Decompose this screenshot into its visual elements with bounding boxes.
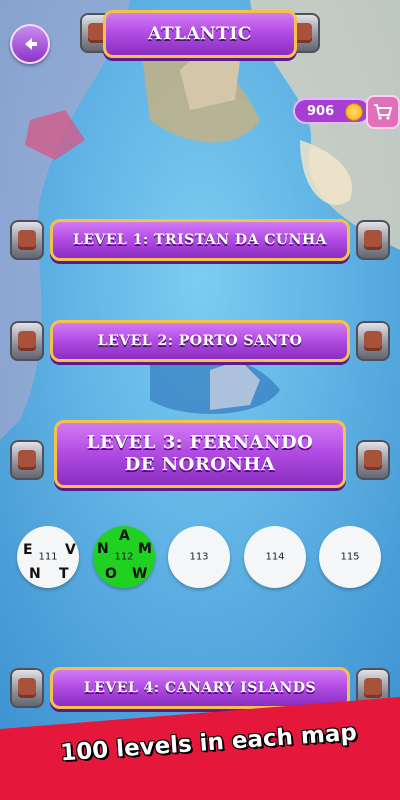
sublevel-115[interactable]: 115 — [319, 526, 381, 588]
sublevel-number: 115 — [340, 551, 360, 563]
letter: N — [29, 566, 41, 582]
level-2-banner[interactable]: LEVEL 2: PORTO SANTO — [10, 313, 390, 369]
level-1-label: LEVEL 1: TRISTAN DA CUNHA — [50, 219, 350, 261]
letter: E — [23, 542, 33, 558]
sublevel-113[interactable]: 113 — [168, 526, 230, 588]
level-3-banner[interactable]: LEVEL 3: FERNANDO DE NORONHA — [10, 412, 390, 502]
sublevel-112[interactable]: 112 A N M O W — [93, 526, 155, 588]
level-3-label: LEVEL 3: FERNANDO DE NORONHA — [54, 420, 346, 488]
coin-icon — [345, 103, 363, 121]
sublevel-number: 113 — [189, 551, 209, 563]
cart-icon — [374, 104, 393, 120]
sublevel-114[interactable]: 114 — [244, 526, 306, 588]
coin-count: 906 — [307, 103, 335, 119]
back-arrow-icon — [25, 38, 37, 50]
letter: T — [59, 566, 69, 582]
sublevel-number: 114 — [265, 551, 285, 563]
letter: N — [97, 541, 109, 557]
letter: V — [65, 542, 76, 558]
sublevel-111[interactable]: 111 E V N T — [17, 526, 79, 588]
letter: O — [105, 566, 117, 582]
letter: W — [132, 566, 148, 582]
letter: M — [138, 541, 152, 557]
letter: A — [119, 528, 130, 544]
back-button[interactable] — [10, 24, 50, 64]
level-2-label: LEVEL 2: PORTO SANTO — [50, 320, 350, 362]
level-1-banner[interactable]: LEVEL 1: TRISTAN DA CUNHA — [10, 212, 390, 268]
shop-button[interactable] — [366, 95, 400, 129]
page-title: ATLANTIC — [103, 10, 297, 58]
title-banner: ATLANTIC — [75, 8, 325, 58]
